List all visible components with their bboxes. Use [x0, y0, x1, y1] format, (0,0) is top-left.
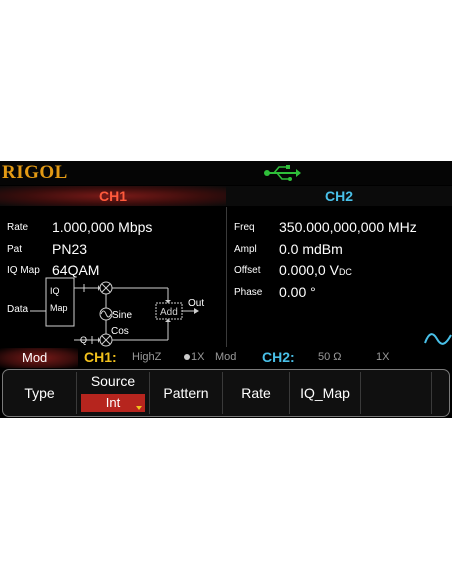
status-ch1-label: CH1:	[84, 349, 117, 365]
pattern-button[interactable]: Pattern	[150, 370, 222, 416]
rate-button[interactable]: Rate	[223, 370, 289, 416]
status-ch2-impedance: 50 Ω	[318, 351, 342, 363]
iq-modulation-diagram: Data IQ Map Sine Cos Q Add Out	[7, 277, 204, 347]
softkey-bar: Type Source Int Pattern Rate IQ_Map	[2, 369, 450, 417]
tab-ch1[interactable]: CH1	[0, 186, 226, 206]
tab-ch2[interactable]: CH2	[226, 188, 452, 204]
dropdown-arrow-icon	[136, 406, 142, 410]
source-value: Int	[81, 394, 145, 412]
type-button[interactable]: Type	[3, 370, 76, 416]
status-ch1-multiplier: 1X	[191, 351, 205, 363]
mode-indicator: Mod	[0, 348, 78, 368]
diagram-out-label: Out	[188, 298, 204, 309]
pattern-label: Pat	[7, 244, 23, 255]
usb-icon	[264, 165, 301, 181]
offset-label: Offset	[234, 265, 261, 276]
diagram-cos-label: Cos	[111, 326, 129, 337]
diagram-add-label: Add	[160, 307, 178, 318]
diagram-sine-label: Sine	[112, 310, 132, 321]
empty-softkey[interactable]	[361, 370, 431, 416]
iq-map-button[interactable]: IQ_Map	[290, 370, 360, 416]
freq-value[interactable]: 350.000,000,000 MHz	[279, 219, 417, 235]
ch1-output-dot-icon	[184, 354, 190, 360]
rigol-logo: RIGOL	[2, 162, 68, 183]
source-button[interactable]: Source Int	[77, 370, 149, 416]
phase-value[interactable]: 0.00 °	[279, 284, 316, 300]
ampl-label: Ampl	[234, 244, 257, 255]
diagram-map-label: Map	[50, 303, 68, 313]
rate-value[interactable]: 1.000,000 Mbps	[52, 219, 152, 235]
rate-label: Rate	[7, 222, 29, 233]
offset-number: 0.000,0 V	[279, 262, 339, 278]
status-ch1-impedance: HighZ	[132, 351, 162, 363]
status-ch1-mode: Mod	[215, 351, 237, 363]
source-button-label: Source	[90, 373, 136, 389]
pattern-button-label: Pattern	[163, 385, 209, 401]
offset-unit-subscript: DC	[338, 267, 352, 277]
panel-divider	[226, 207, 227, 347]
diagram-q-label: Q	[80, 335, 87, 345]
iq-map-button-label: IQ_Map	[300, 385, 350, 401]
pattern-value[interactable]: PN23	[52, 241, 87, 257]
sine-wave-icon	[424, 333, 452, 345]
phase-label: Phase	[234, 287, 263, 298]
generator-screen: RIGOL CH1 CH2 Rate 1.000,000 Mbps Pat PN…	[0, 161, 452, 418]
offset-value[interactable]: 0.000,0 VDC	[279, 262, 352, 278]
source-value-text: Int	[105, 395, 121, 410]
mode-text: Mod	[22, 350, 48, 365]
status-ch2-multiplier: 1X	[376, 351, 390, 363]
status-ch2-label: CH2:	[262, 349, 295, 365]
rate-button-label: Rate	[241, 385, 271, 401]
diagram-data-label: Data	[7, 304, 29, 315]
status-bar: Mod CH1: HighZ 1X Mod CH2: 50 Ω 1X	[0, 348, 452, 368]
channel-tabs: CH1 CH2	[0, 186, 452, 206]
ampl-value[interactable]: 0.0 mdBm	[279, 241, 343, 257]
type-button-label: Type	[24, 385, 55, 401]
freq-label: Freq	[234, 222, 255, 233]
diagram-iq-label: IQ	[50, 286, 60, 296]
softkey-divider	[431, 372, 432, 414]
top-bar: RIGOL	[0, 161, 452, 185]
tab-ch1-label: CH1	[98, 188, 127, 204]
